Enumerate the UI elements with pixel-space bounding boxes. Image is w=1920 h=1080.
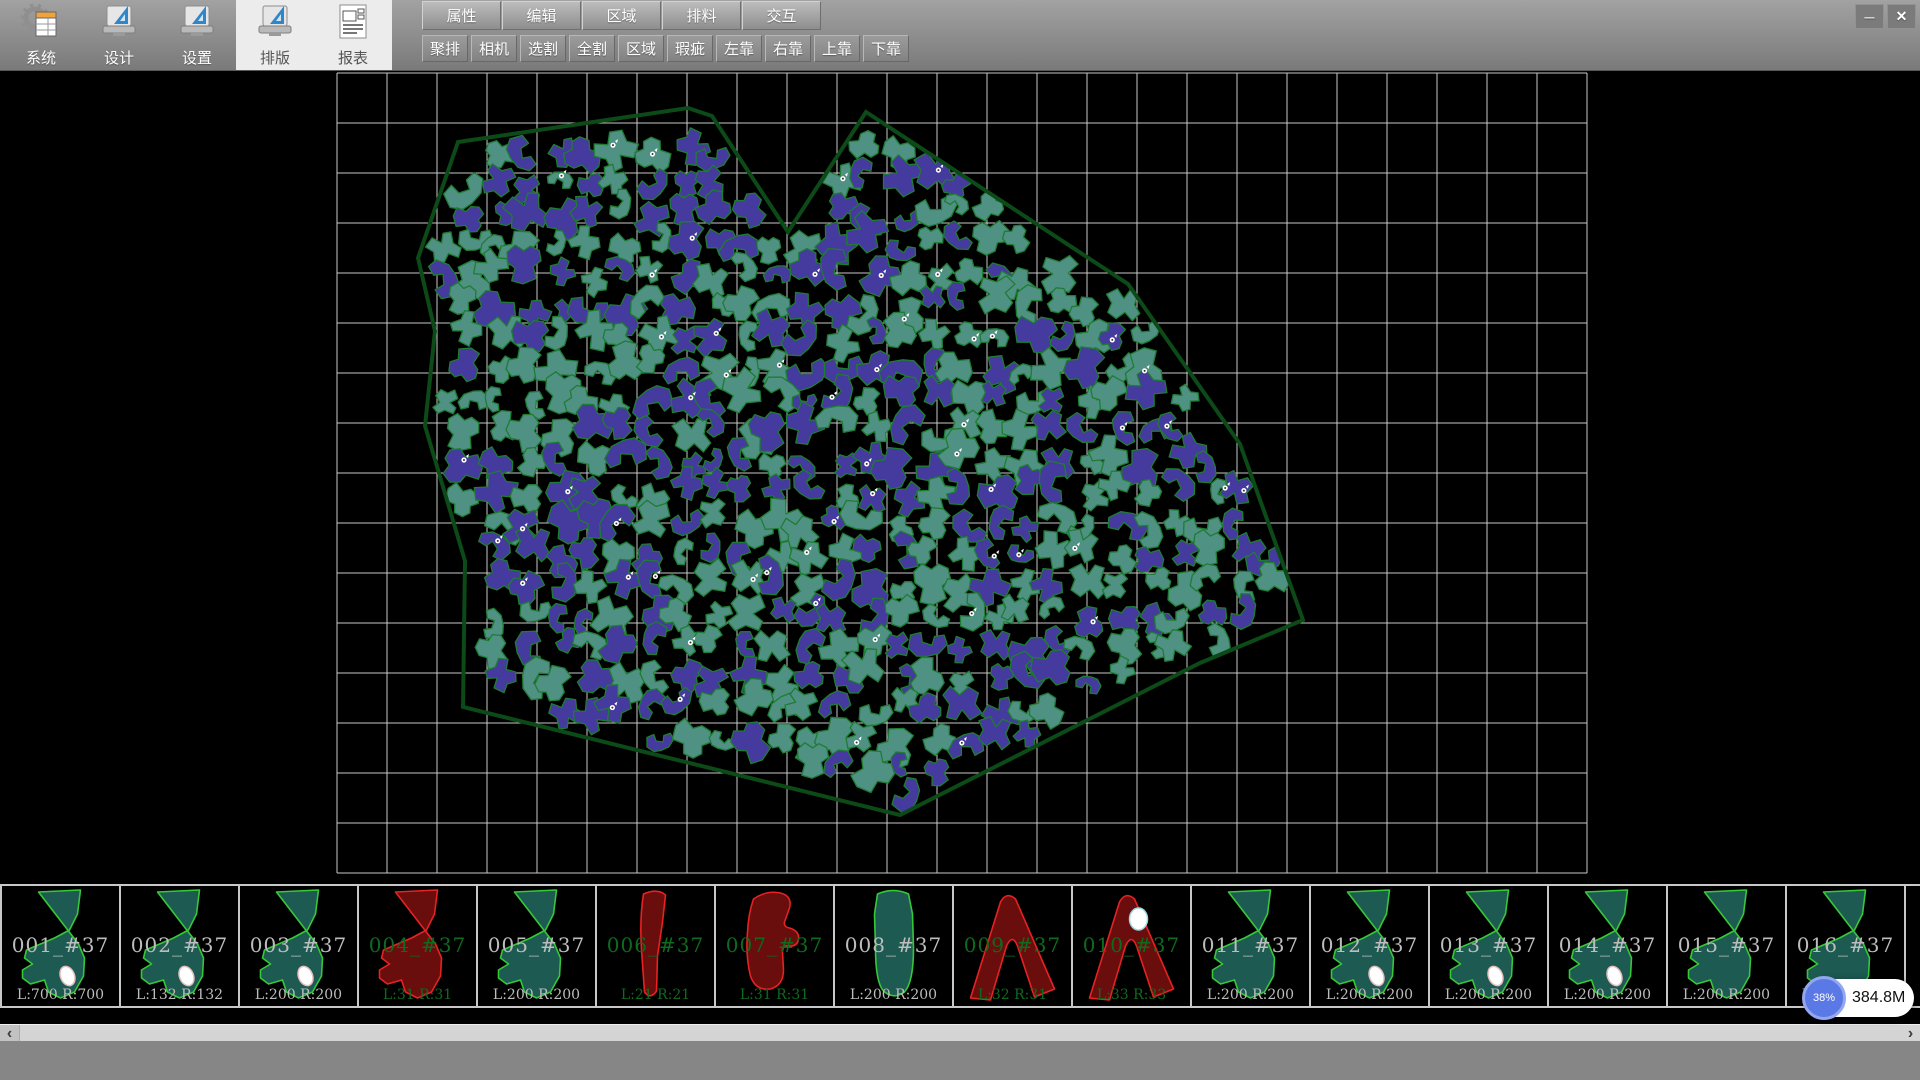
tool-button-4[interactable]: 全割 [569, 35, 615, 62]
application-window: 系统设计设置排版报表 属性编辑区域排料交互 聚排相机选割全割区域瑕疵左靠右靠上靠… [0, 0, 1920, 1080]
piece-label: 012_#37 [1311, 933, 1428, 957]
piece-label: 009_#37 [954, 933, 1071, 957]
piece-thumbnail-4[interactable]: 004_#37 L:31 R:31 [359, 886, 478, 1006]
piece-thumbnail-7[interactable]: 007_#37 L:31 R:31 [716, 886, 835, 1006]
piece-thumbnail-6[interactable]: 006_#37 L:21 R:21 [597, 886, 716, 1006]
settings-icon [177, 3, 217, 46]
app-button-design[interactable]: 设计 [80, 0, 158, 70]
piece-count: L:700 R:700 [2, 987, 119, 1003]
app-button-label: 报表 [338, 47, 368, 68]
piece-count: L:200 R:200 [835, 987, 952, 1003]
app-button-label: 系统 [26, 47, 56, 68]
piece-count: L:200 R:200 [1311, 987, 1428, 1003]
tool-button-5[interactable]: 区域 [618, 35, 664, 62]
piece-label: 007_#37 [716, 933, 833, 957]
piece-thumbnail-13[interactable]: 013_#37 L:200 R:200 [1430, 886, 1549, 1006]
piece-label: 005_#37 [478, 933, 595, 957]
piece-label: 0 [1906, 933, 1920, 957]
tool-button-1[interactable]: 聚排 [422, 35, 468, 62]
piece-label: 011_#37 [1192, 933, 1309, 957]
design-icon [99, 3, 139, 46]
menu-tab-3[interactable]: 区域 [582, 1, 661, 30]
piece-thumbnail-12[interactable]: 012_#37 L:200 R:200 [1311, 886, 1430, 1006]
memory-badge: 38% 384.8M [1806, 979, 1914, 1017]
piece-count: L:200 R:200 [240, 987, 357, 1003]
piece-thumbnail-15[interactable]: 015_#37 L:200 R:200 [1668, 886, 1787, 1006]
tool-button-7[interactable]: 左靠 [716, 35, 762, 62]
app-button-bar: 系统 设计 设置 排版 报表 [2, 0, 392, 70]
ribbon: 属性编辑区域排料交互 聚排相机选割全割区域瑕疵左靠右靠上靠下靠 [422, 0, 912, 69]
piece-count: L:31 R:31 [716, 987, 833, 1003]
tool-button-10[interactable]: 下靠 [863, 35, 909, 62]
system-icon [21, 3, 61, 46]
piece-count: L:200 R:200 [1668, 987, 1785, 1003]
piece-thumbnail-11[interactable]: 011_#37 L:200 R:200 [1192, 886, 1311, 1006]
status-strip [0, 1041, 1920, 1080]
piece-thumbnail-14[interactable]: 014_#37 L:200 R:200 [1549, 886, 1668, 1006]
piece-count: L:132 R:132 [121, 987, 238, 1003]
piece-label: 008_#37 [835, 933, 952, 957]
piece-count: L:21 R:21 [597, 987, 714, 1003]
memory-value: 384.8M [1852, 979, 1905, 1017]
piece-count: L:200 R:200 [1192, 987, 1309, 1003]
piece-label: 010_#37 [1073, 933, 1190, 957]
app-button-label: 设计 [104, 47, 134, 68]
scroll-left-icon[interactable]: ‹ [0, 1025, 20, 1042]
app-button-label: 设置 [182, 47, 212, 68]
menu-tab-2[interactable]: 编辑 [502, 1, 581, 30]
piece-thumbnail-3[interactable]: 003_#37 L:200 R:200 [240, 886, 359, 1006]
scroll-right-icon[interactable]: › [1901, 1025, 1920, 1042]
piece-label: 016_#37 [1787, 933, 1904, 957]
app-button-system[interactable]: 系统 [2, 0, 80, 70]
piece-label: 013_#37 [1430, 933, 1547, 957]
app-button-layout[interactable]: 排版 [236, 0, 314, 70]
piece-count: L:200 R:200 [1430, 987, 1547, 1003]
tool-button-row: 聚排相机选割全割区域瑕疵左靠右靠上靠下靠 [422, 31, 912, 69]
piece-thumbnail-1[interactable]: 001_#37 L:700 R:700 [0, 886, 121, 1006]
nested-hide-view [335, 71, 1588, 877]
close-button[interactable]: ✕ [1887, 4, 1916, 29]
tool-button-6[interactable]: 瑕疵 [667, 35, 713, 62]
menu-tab-4[interactable]: 排料 [662, 1, 741, 30]
tool-button-3[interactable]: 选割 [520, 35, 566, 62]
piece-thumbnail-5[interactable]: 005_#37 L:200 R:200 [478, 886, 597, 1006]
piece-thumbnail-8[interactable]: 008_#37 L:200 R:200 [835, 886, 954, 1006]
piece-count: L:200 R:200 [1549, 987, 1666, 1003]
piece-label: 003_#37 [240, 933, 357, 957]
piece-thumbnail-2[interactable]: 002_#37 L:132 R:132 [121, 886, 240, 1006]
piece-count: L:32 R:31 [954, 987, 1071, 1003]
tool-button-2[interactable]: 相机 [471, 35, 517, 62]
piece-label: 015_#37 [1668, 933, 1785, 957]
nesting-canvas[interactable] [0, 71, 1920, 884]
window-controls: ─ ✕ [1855, 4, 1916, 29]
progress-circle: 38% [1802, 976, 1846, 1020]
report-icon [335, 3, 371, 46]
piece-label: 014_#37 [1549, 933, 1666, 957]
app-button-report[interactable]: 报表 [314, 0, 392, 70]
app-button-label: 排版 [260, 47, 290, 68]
titlebar: 系统设计设置排版报表 属性编辑区域排料交互 聚排相机选割全割区域瑕疵左靠右靠上靠… [0, 0, 1920, 71]
menu-tab-1[interactable]: 属性 [422, 1, 501, 30]
app-button-settings[interactable]: 设置 [158, 0, 236, 70]
piece-thumbnail-10[interactable]: 010_#37 L:33 R:33 [1073, 886, 1192, 1006]
piece-count: L:31 R:31 [359, 987, 476, 1003]
piece-count: L:33 R:33 [1073, 987, 1190, 1003]
tool-button-9[interactable]: 上靠 [814, 35, 860, 62]
piece-label: 002_#37 [121, 933, 238, 957]
menu-tab-5[interactable]: 交互 [742, 1, 821, 30]
nested-pieces [425, 128, 1289, 812]
horizontal-scrollbar[interactable]: ‹ › [0, 1024, 1920, 1041]
layout-icon [255, 3, 295, 46]
piece-thumbnail-9[interactable]: 009_#37 L:32 R:31 [954, 886, 1073, 1006]
menu-tab-row: 属性编辑区域排料交互 [422, 0, 912, 31]
piece-count: L:200 R:200 [478, 987, 595, 1003]
piece-label: 006_#37 [597, 933, 714, 957]
piece-label: 004_#37 [359, 933, 476, 957]
piece-label: 001_#37 [2, 933, 119, 957]
minimize-button[interactable]: ─ [1855, 4, 1884, 29]
pieces-thumbnail-strip: 001_#37L:700 R:700002_#37L:132 R:132003_… [0, 884, 1920, 1008]
tool-button-8[interactable]: 右靠 [765, 35, 811, 62]
